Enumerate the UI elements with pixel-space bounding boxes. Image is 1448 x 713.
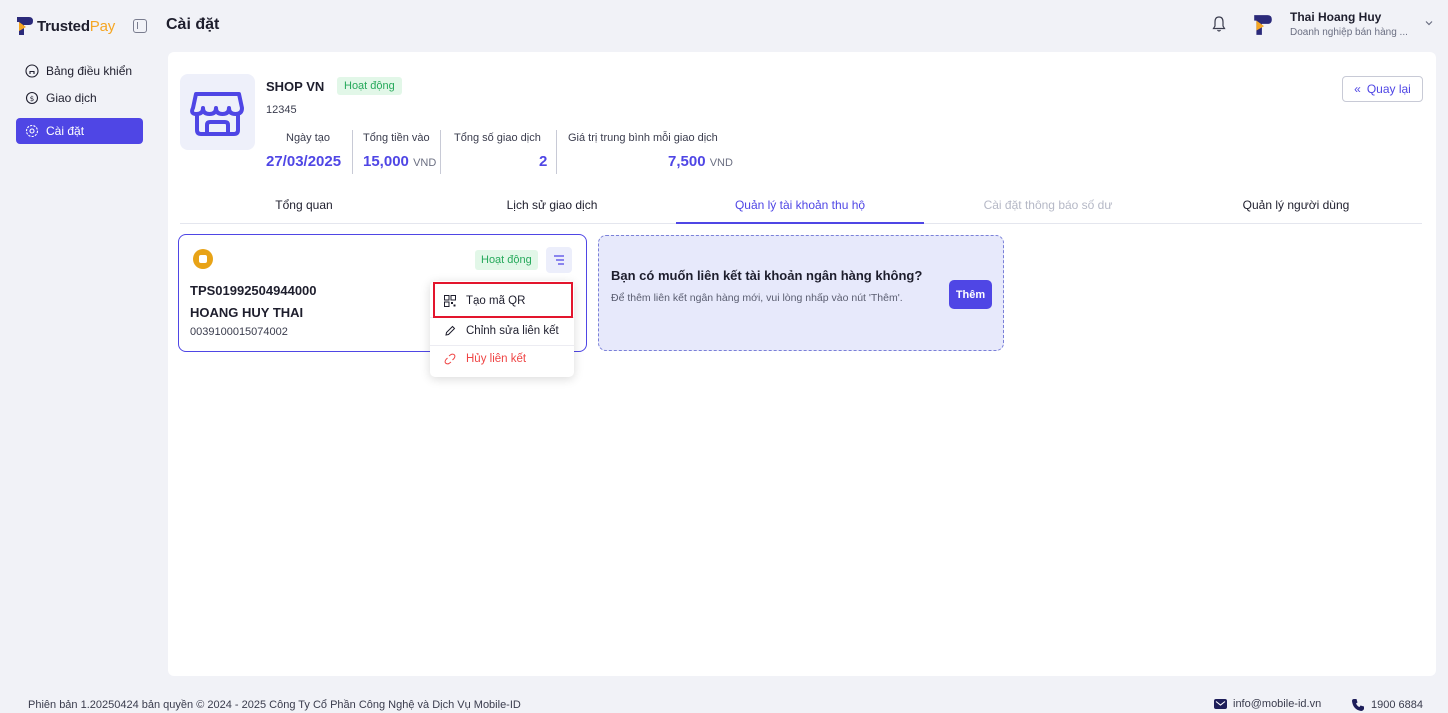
app-logo-text: TrustedPay bbox=[37, 17, 116, 35]
chevron-down-icon[interactable] bbox=[1424, 18, 1434, 28]
sidebar-item-label: Bảng điều khiển bbox=[46, 64, 133, 78]
trustedpay-logo-icon bbox=[17, 17, 33, 35]
user-role: Doanh nghiệp bán hàng ... bbox=[1290, 27, 1408, 38]
account-number: 0039100015074002 bbox=[190, 326, 288, 338]
user-avatar[interactable] bbox=[1253, 14, 1273, 36]
menu-item-unlink[interactable]: Hủy liên kết bbox=[430, 345, 574, 373]
footer-email[interactable]: info@mobile-id.vn bbox=[1214, 698, 1321, 710]
back-button-label: Quay lại bbox=[1366, 82, 1411, 96]
account-code: TPS01992504944000 bbox=[190, 283, 317, 298]
bank-logo-icon bbox=[193, 249, 213, 269]
stat-divider bbox=[556, 130, 557, 174]
shop-status-badge: Hoạt động bbox=[337, 77, 402, 95]
menu-lines-icon bbox=[554, 255, 564, 265]
sidebar-item-label: Giao dịch bbox=[46, 91, 97, 105]
menu-item-edit-link[interactable]: Chỉnh sửa liên kết bbox=[430, 317, 574, 345]
tab-balance-notification[interactable]: Cài đặt thông báo số dư bbox=[924, 192, 1172, 224]
sidebar-item-settings[interactable]: Cài đặt bbox=[16, 118, 143, 144]
sidebar-item-dashboard[interactable]: Bảng điều khiển bbox=[16, 58, 143, 84]
notification-bell-icon[interactable] bbox=[1212, 15, 1226, 33]
footer-email-text: info@mobile-id.vn bbox=[1233, 698, 1322, 710]
account-menu-button[interactable] bbox=[546, 247, 572, 273]
annotation-highlight-box bbox=[433, 282, 573, 318]
tab-overview[interactable]: Tổng quan bbox=[180, 192, 428, 224]
tab-bar: Tổng quan Lịch sử giao dịch Quản lý tài … bbox=[180, 192, 1422, 224]
tab-collection-accounts[interactable]: Quản lý tài khoản thu hộ bbox=[676, 192, 924, 224]
menu-item-label: Hủy liên kết bbox=[466, 353, 527, 365]
shop-id: 12345 bbox=[266, 104, 297, 116]
shop-name: SHOP VN bbox=[266, 79, 325, 94]
page-title: Cài đặt bbox=[166, 16, 220, 33]
stat-label-total-in: Tổng tiền vào bbox=[363, 132, 430, 144]
app-logo[interactable]: TrustedPay bbox=[16, 16, 115, 36]
stat-divider bbox=[440, 130, 441, 174]
footer-phone-text: 1900 6884 bbox=[1371, 699, 1423, 711]
footer-copyright: Phiên bản 1.20250424 bản quyền © 2024 - … bbox=[28, 699, 521, 711]
unlink-icon bbox=[444, 353, 456, 365]
stat-label-created: Ngày tạo bbox=[286, 132, 331, 144]
sidebar-item-label: Cài đặt bbox=[46, 124, 85, 138]
store-icon bbox=[190, 92, 244, 136]
stat-divider bbox=[352, 130, 353, 174]
stat-label-avg-value: Giá trị trung bình mỗi giao dịch bbox=[568, 132, 718, 144]
main-panel: SHOP VN Hoạt động 12345 Ngày tạo 27/03/2… bbox=[168, 52, 1436, 676]
menu-item-label: Chỉnh sửa liên kết bbox=[466, 325, 559, 337]
svg-text:$: $ bbox=[30, 95, 34, 103]
link-bank-title: Bạn có muốn liên kết tài khoản ngân hàng… bbox=[611, 268, 923, 283]
mail-icon bbox=[1214, 699, 1227, 709]
pencil-icon bbox=[445, 325, 456, 336]
account-status-badge: Hoạt động bbox=[475, 250, 538, 270]
shop-avatar bbox=[180, 74, 255, 150]
footer: Phiên bản 1.20250424 bản quyền © 2024 - … bbox=[0, 692, 1448, 713]
sidebar-item-transactions[interactable]: $ Giao dịch bbox=[16, 85, 143, 111]
tab-transaction-history[interactable]: Lịch sử giao dịch bbox=[428, 192, 676, 224]
account-holder: HOANG HUY THAI bbox=[190, 305, 304, 320]
top-bar: TrustedPay Cài đặt Thai Hoang Huy Doanh … bbox=[0, 0, 1448, 52]
back-button[interactable]: « Quay lại bbox=[1342, 76, 1423, 102]
double-chevron-left-icon: « bbox=[1354, 82, 1361, 96]
stat-value-tx-count: 2 bbox=[539, 153, 548, 170]
stat-label-tx-count: Tổng số giao dịch bbox=[454, 132, 541, 144]
home-icon bbox=[25, 64, 39, 78]
tab-user-management[interactable]: Quản lý người dùng bbox=[1172, 192, 1420, 224]
user-name[interactable]: Thai Hoang Huy bbox=[1290, 10, 1381, 24]
add-button[interactable]: Thêm bbox=[949, 280, 992, 309]
stat-value-total-in: 15,000 VND bbox=[363, 153, 437, 170]
stat-value-avg-value: 7,500 VND bbox=[668, 153, 733, 170]
link-bank-description: Để thêm liên kết ngân hàng mới, vui lòng… bbox=[611, 292, 903, 304]
link-bank-prompt: Bạn có muốn liên kết tài khoản ngân hàng… bbox=[598, 235, 1004, 351]
transaction-icon: $ bbox=[25, 91, 39, 105]
sidebar: Bảng điều khiển $ Giao dịch Cài đặt bbox=[0, 52, 158, 692]
phone-icon bbox=[1352, 699, 1364, 711]
footer-phone[interactable]: 1900 6884 bbox=[1351, 698, 1423, 712]
stat-value-created: 27/03/2025 bbox=[266, 153, 342, 170]
settings-icon bbox=[25, 124, 39, 138]
sidebar-collapse-icon[interactable] bbox=[133, 19, 147, 33]
